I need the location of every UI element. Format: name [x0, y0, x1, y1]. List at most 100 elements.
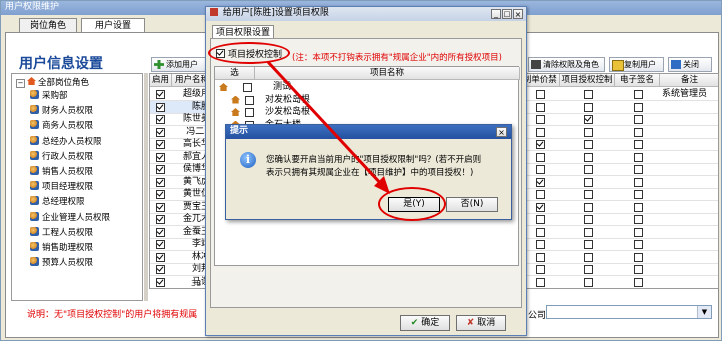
price-hide-checkbox[interactable]: [536, 102, 545, 112]
permission-row[interactable]: [512, 226, 718, 239]
add-user-button[interactable]: 添加用户: [151, 57, 209, 72]
tree-item[interactable]: 财务人员权限: [30, 105, 93, 117]
esign-checkbox[interactable]: [634, 115, 643, 124]
permission-row[interactable]: [512, 238, 718, 251]
enable-checkbox[interactable]: [156, 140, 165, 149]
col-remark-header[interactable]: 备注: [660, 74, 718, 87]
esign-checkbox[interactable]: [634, 152, 643, 162]
price-hide-checkbox[interactable]: [536, 252, 545, 262]
project-auth-col-checkbox[interactable]: [584, 227, 593, 237]
table-row[interactable]: 郝宜人: [150, 151, 211, 164]
company-select[interactable]: ▼: [546, 305, 712, 319]
esign-checkbox[interactable]: [634, 215, 643, 224]
tree-item[interactable]: 销售助理权限: [30, 242, 93, 254]
tree-item[interactable]: 总经理权限: [30, 196, 85, 208]
esign-checkbox[interactable]: [634, 165, 643, 174]
minimize-button[interactable]: _: [491, 9, 501, 19]
cancel-button[interactable]: ✘ 取消: [456, 315, 506, 331]
esign-checkbox[interactable]: [634, 277, 643, 287]
project-select-checkbox[interactable]: [245, 108, 254, 117]
esign-checkbox[interactable]: [634, 102, 643, 112]
table-row[interactable]: 林冲: [150, 251, 211, 264]
col-esign-header[interactable]: 电子签名: [615, 74, 660, 87]
tree-item[interactable]: 采购部: [30, 90, 68, 102]
project-auth-col-checkbox[interactable]: [584, 202, 593, 212]
enable-checkbox[interactable]: [156, 202, 165, 212]
col-enable-header[interactable]: 启用: [150, 74, 172, 87]
table-row[interactable]: 李靖: [150, 238, 211, 251]
permission-row[interactable]: [512, 276, 718, 288]
esign-checkbox[interactable]: [634, 127, 643, 137]
price-hide-checkbox[interactable]: [536, 115, 545, 124]
enable-checkbox[interactable]: [156, 190, 165, 199]
permission-row[interactable]: [512, 113, 718, 126]
table-row[interactable]: 高长华: [150, 138, 211, 151]
project-auth-col-checkbox[interactable]: [584, 90, 593, 99]
table-row[interactable]: 刘邦: [150, 263, 211, 276]
enable-checkbox[interactable]: [156, 165, 165, 174]
permission-row[interactable]: [512, 188, 718, 201]
table-row[interactable]: 黄世仁: [150, 188, 211, 201]
permission-row[interactable]: [512, 126, 718, 139]
table-row[interactable]: 金兀术: [150, 213, 211, 226]
project-row[interactable]: 沙发松岛根: [215, 106, 520, 118]
enable-checkbox[interactable]: [156, 102, 165, 112]
tree-item[interactable]: 行政人员权限: [30, 150, 93, 163]
project-auth-col-checkbox[interactable]: [584, 115, 593, 124]
price-hide-checkbox[interactable]: [536, 202, 545, 212]
price-hide-checkbox[interactable]: [536, 240, 545, 249]
permission-row[interactable]: [512, 176, 718, 189]
project-auth-col-checkbox[interactable]: [584, 190, 593, 199]
price-hide-checkbox[interactable]: [536, 177, 545, 187]
permission-row[interactable]: [512, 251, 718, 264]
tree-item[interactable]: 总经办人员权限: [30, 135, 102, 148]
col-select-header[interactable]: 选: [215, 67, 255, 80]
enable-checkbox[interactable]: [156, 252, 165, 262]
project-auth-col-checkbox[interactable]: [584, 165, 593, 174]
enable-checkbox[interactable]: [156, 215, 165, 224]
table-row[interactable]: 超级用: [150, 88, 211, 101]
enable-checkbox[interactable]: [156, 177, 165, 187]
enable-checkbox[interactable]: [156, 240, 165, 249]
esign-checkbox[interactable]: [634, 177, 643, 187]
esign-checkbox[interactable]: [634, 202, 643, 212]
enable-checkbox[interactable]: [156, 90, 165, 99]
project-select-checkbox[interactable]: [245, 95, 254, 105]
price-hide-checkbox[interactable]: [536, 227, 545, 237]
tree-root[interactable]: − 全部岗位角色: [16, 77, 89, 89]
table-row[interactable]: 陈世美: [150, 113, 211, 126]
copy-user-button[interactable]: 复制用户: [609, 57, 664, 72]
tree-item[interactable]: 商务人员权限: [30, 120, 93, 132]
enable-checkbox[interactable]: [156, 127, 165, 137]
esign-checkbox[interactable]: [634, 240, 643, 249]
price-hide-checkbox[interactable]: [536, 127, 545, 137]
close-button[interactable]: 关闭: [668, 57, 712, 72]
permission-row[interactable]: [512, 263, 718, 276]
price-hide-checkbox[interactable]: [536, 277, 545, 287]
table-row[interactable]: 侯博华: [150, 163, 211, 176]
table-row[interactable]: 金蚕王: [150, 226, 211, 239]
col-project-name-header[interactable]: 项目名称: [255, 67, 520, 80]
permission-row[interactable]: [512, 163, 718, 176]
project-auth-col-checkbox[interactable]: [584, 127, 593, 137]
project-auth-col-checkbox[interactable]: [584, 252, 593, 262]
enable-checkbox[interactable]: [156, 227, 165, 237]
project-auth-col-checkbox[interactable]: [584, 140, 593, 149]
project-auth-col-checkbox[interactable]: [584, 177, 593, 187]
price-hide-checkbox[interactable]: [536, 265, 545, 274]
enable-checkbox[interactable]: [156, 265, 165, 274]
price-hide-checkbox[interactable]: [536, 90, 545, 99]
tab-user-settings[interactable]: 用户设置: [81, 18, 145, 33]
enable-checkbox[interactable]: [156, 277, 165, 287]
esign-checkbox[interactable]: [634, 190, 643, 199]
tree-item[interactable]: 企业管理人员权限: [30, 211, 110, 224]
project-row[interactable]: 对发松岛根: [215, 94, 520, 106]
prompt-close-button[interactable]: ×: [496, 127, 507, 137]
table-row[interactable]: 陈胜: [150, 100, 211, 114]
esign-checkbox[interactable]: [634, 140, 643, 149]
tab-post-role[interactable]: 岗位角色: [19, 18, 77, 33]
ok-button[interactable]: ✔ 确定: [400, 315, 450, 331]
table-row[interactable]: 黄飞虎: [150, 176, 211, 189]
esign-checkbox[interactable]: [634, 252, 643, 262]
project-select-checkbox[interactable]: [243, 83, 252, 92]
